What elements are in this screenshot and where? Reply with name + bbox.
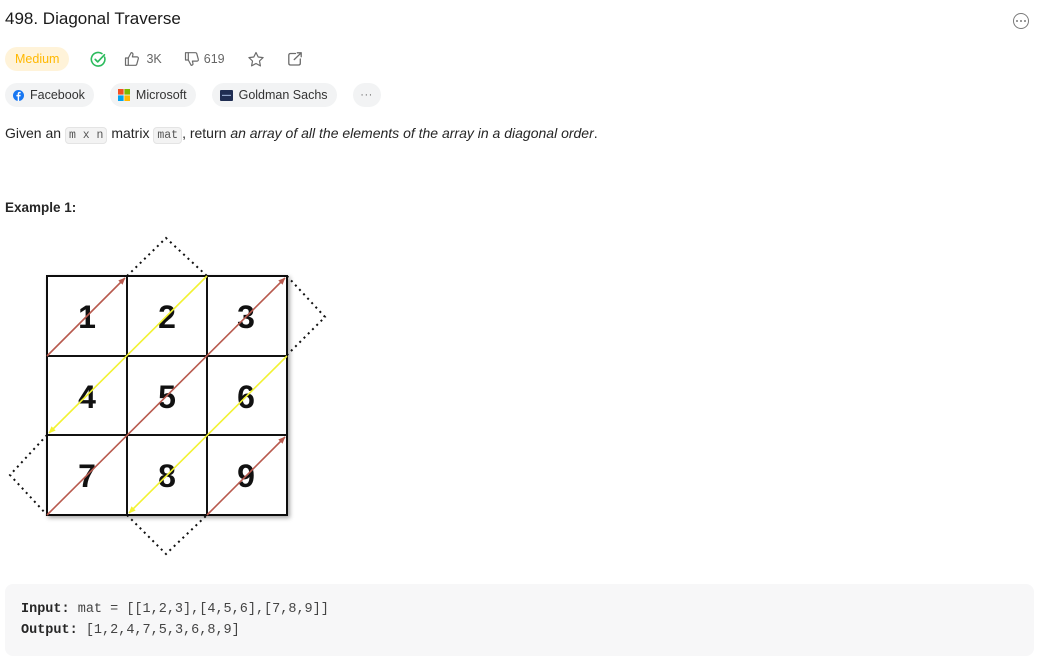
thumbs-down-icon	[184, 52, 199, 66]
microsoft-logo-icon	[117, 89, 130, 101]
share-button[interactable]	[287, 51, 303, 67]
example-title: Example 1:	[5, 200, 77, 215]
description-emphasis: an array of all the elements of the arra…	[230, 125, 594, 141]
solved-check-icon	[90, 51, 107, 67]
company-tag-label: Goldman Sachs	[238, 88, 328, 102]
company-tag-goldman-sachs[interactable]: Goldman Sachs	[211, 83, 337, 107]
inline-code-m-x-n: m x n	[64, 127, 108, 144]
solved-status[interactable]	[90, 51, 107, 68]
company-tags: Facebook Microsoft Goldman Sachs ···	[5, 83, 381, 107]
dislike-button[interactable]: 619	[184, 51, 225, 67]
example-output-line: Output: [1,2,4,7,5,3,6,8,9]	[21, 623, 240, 638]
goldman-sachs-logo-icon	[219, 89, 233, 101]
difficulty-badge[interactable]: Medium	[5, 47, 70, 71]
company-tag-label: Microsoft	[135, 88, 187, 102]
example-io-box: Input: mat = [[1,2,3],[4,5,6],[7,8,9]] O…	[5, 584, 1034, 656]
example-input-value: mat = [[1,2,3],[4,5,6],[7,8,9]]	[77, 602, 329, 617]
matrix-cell: 5	[158, 379, 176, 415]
problem-description: Given an m x n matrix mat, return an arr…	[5, 125, 598, 144]
likes-count: 3K	[146, 52, 162, 66]
example-output-value: [1,2,4,7,5,3,6,8,9]	[85, 623, 240, 638]
matrix-cell: 2	[158, 299, 176, 335]
facebook-logo-icon	[13, 89, 24, 101]
problem-title: 498. Diagonal Traverse	[5, 9, 181, 28]
inline-code-mat: mat	[153, 127, 183, 144]
more-options-icon[interactable]	[1013, 13, 1029, 29]
more-tags-button[interactable]: ···	[352, 83, 381, 107]
company-tag-label: Facebook	[30, 88, 85, 102]
thumbs-up-icon	[125, 52, 140, 66]
matrix-cell: 4	[78, 379, 96, 415]
company-tag-microsoft[interactable]: Microsoft	[109, 83, 196, 107]
dislikes-count: 619	[203, 52, 225, 66]
example-input-line: Input: mat = [[1,2,3],[4,5,6],[7,8,9]]	[21, 602, 329, 617]
problem-meta-row: Medium 3K 619	[5, 47, 303, 71]
favorite-button[interactable]	[247, 51, 265, 68]
star-icon	[247, 51, 264, 66]
share-icon	[287, 52, 302, 66]
diagonal-traverse-diagram: 1 2 3 4 5 6 7 8 9	[8, 236, 327, 556]
company-tag-facebook[interactable]: Facebook	[5, 83, 94, 107]
like-button[interactable]: 3K	[124, 51, 162, 67]
